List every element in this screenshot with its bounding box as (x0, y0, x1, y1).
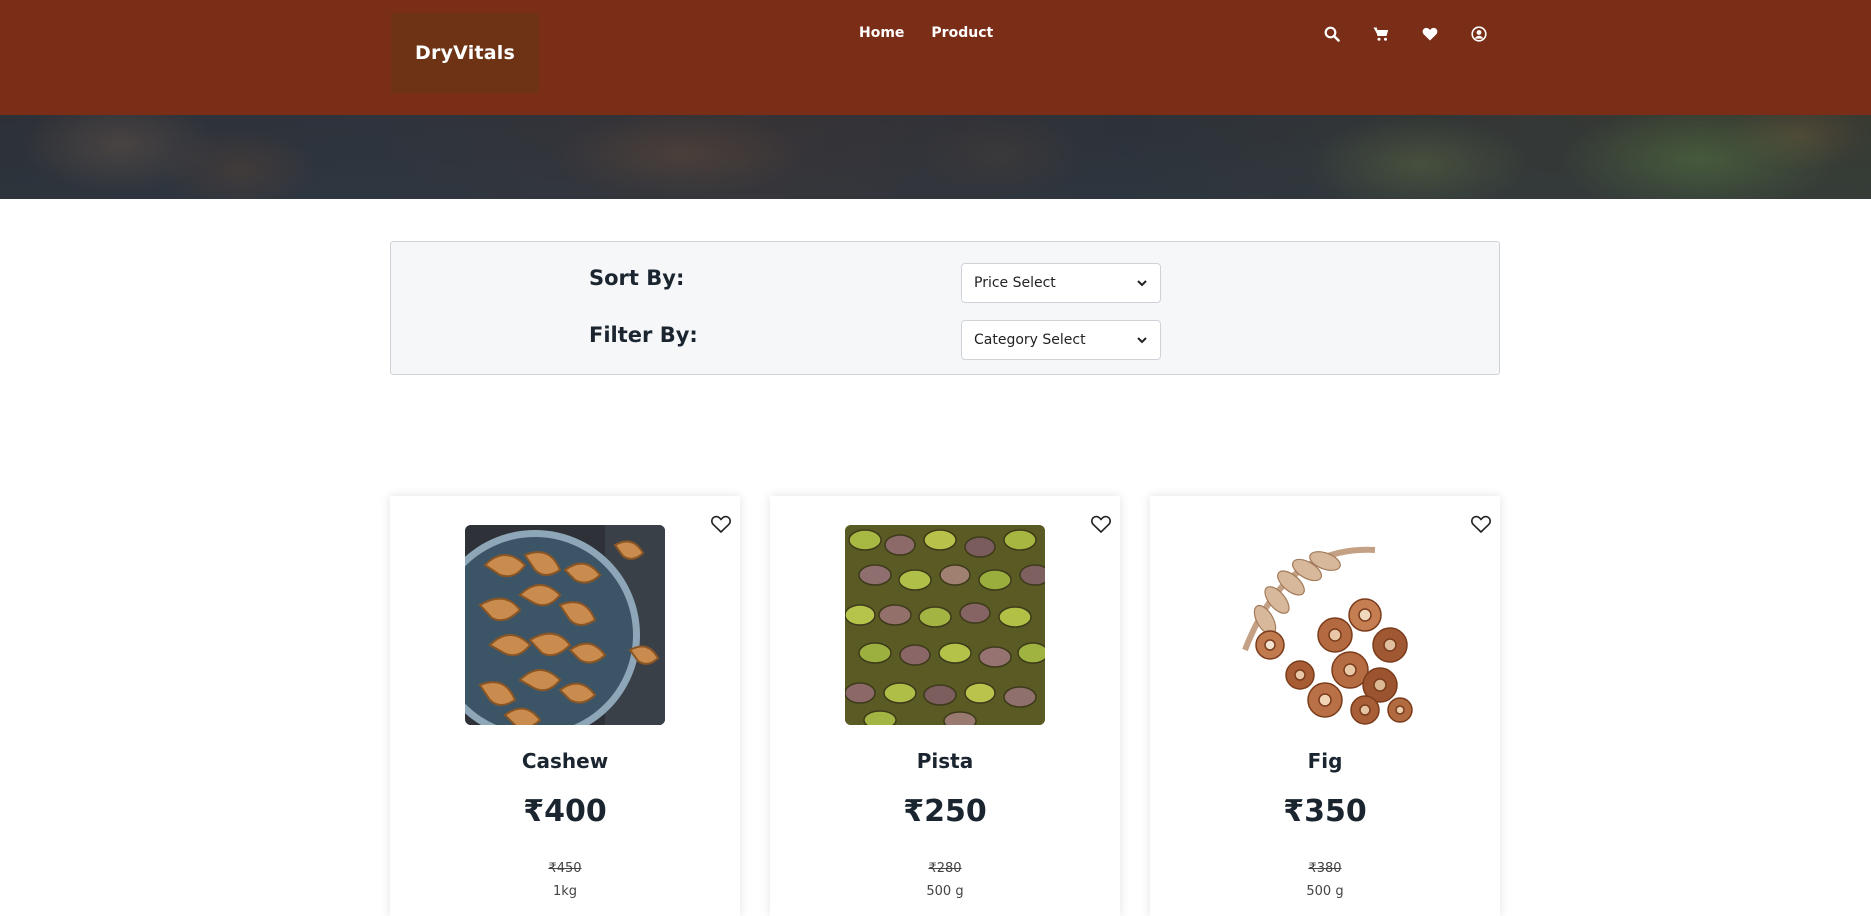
main-nav: Home Product (859, 25, 993, 41)
chevron-down-icon (1136, 331, 1148, 350)
product-price: ₹400 (523, 794, 607, 829)
heart-outline-icon[interactable] (1090, 513, 1112, 535)
price-sort-select[interactable]: Price Select (961, 263, 1161, 303)
filter-by-label: Filter By: (589, 323, 698, 347)
product-old-price: ₹450 (548, 861, 582, 876)
product-weight: 500 g (1306, 884, 1344, 899)
product-old-price: ₹280 (928, 861, 962, 876)
nav-home-link[interactable]: Home (859, 25, 904, 41)
product-card[interactable]: Fig ₹350 ₹380 500 g (1150, 496, 1500, 916)
user-account-icon[interactable] (1470, 25, 1487, 42)
heart-outline-icon[interactable] (1470, 513, 1492, 535)
product-old-price: ₹380 (1308, 861, 1342, 876)
product-name: Pista (916, 749, 974, 773)
heart-outline-icon[interactable] (710, 513, 732, 535)
nav-product-link[interactable]: Product (931, 25, 993, 41)
logo[interactable]: DryVitals (391, 13, 539, 93)
hero-banner-image (0, 115, 1871, 199)
category-filter-value: Category Select (974, 332, 1086, 348)
filter-panel: Sort By: Price Select Filter By: Categor… (390, 241, 1500, 375)
wishlist-heart-icon[interactable] (1421, 25, 1438, 42)
header-icons (1323, 25, 1487, 42)
fig-image (1225, 525, 1425, 725)
cashew-image (465, 525, 665, 725)
chevron-down-icon (1136, 274, 1148, 293)
product-name: Fig (1307, 749, 1343, 773)
site-header: DryVitals Home Product (0, 0, 1871, 115)
product-card[interactable]: Pista ₹250 ₹280 500 g (770, 496, 1120, 916)
logo-text: DryVitals (415, 42, 515, 64)
sort-by-label: Sort By: (589, 266, 685, 290)
price-sort-value: Price Select (974, 275, 1056, 291)
product-price: ₹350 (1283, 794, 1367, 829)
category-filter-select[interactable]: Category Select (961, 320, 1161, 360)
pistachio-image (845, 525, 1045, 725)
cart-icon[interactable] (1372, 25, 1389, 42)
product-price: ₹250 (903, 794, 987, 829)
product-weight: 500 g (926, 884, 964, 899)
search-icon[interactable] (1323, 25, 1340, 42)
product-card[interactable]: Cashew ₹400 ₹450 1kg (390, 496, 740, 916)
product-weight: 1kg (552, 884, 578, 899)
product-name: Cashew (521, 749, 609, 773)
